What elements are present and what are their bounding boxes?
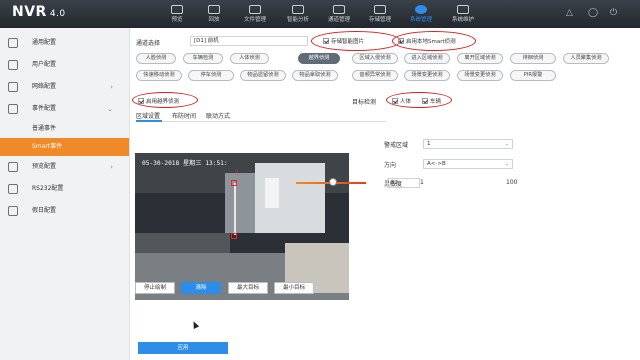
slider-handle[interactable]	[329, 178, 337, 186]
serial-icon	[8, 184, 18, 194]
chevron-down-icon: ⌄	[107, 105, 113, 113]
folder-icon	[249, 5, 261, 14]
tab-linkage[interactable]: 联动方式	[206, 111, 230, 120]
detection-line[interactable]	[234, 183, 236, 235]
network-icon	[8, 82, 18, 92]
direction-label: 方向	[384, 162, 397, 169]
tab-area-settings[interactable]: 区域设置	[136, 111, 160, 120]
checkbox-icon	[398, 38, 404, 44]
enable-local-smart-checkbox[interactable]: 启用本地Smart侦测	[398, 37, 456, 45]
top-bar: NVR 4.0 预览 回放 文件管理 智能分析 通道管理 存储管理 系统管理 系统…	[0, 0, 640, 28]
event-icon	[8, 104, 18, 114]
event-pill-selected[interactable]: 越界侦测	[298, 53, 340, 64]
tab-active-underline	[136, 120, 162, 122]
sensitivity-min: 1	[420, 179, 424, 186]
chevron-down-icon: ⌄	[504, 141, 509, 147]
nav-preview[interactable]: 预览	[160, 3, 194, 27]
preview-icon	[171, 5, 183, 14]
sensitivity-max: 100	[506, 179, 518, 186]
sidebar-sub-normal-event[interactable]: 普通事件	[0, 120, 129, 138]
playback-icon	[208, 5, 220, 14]
event-pill[interactable]: 物品拿取侦测	[292, 70, 338, 81]
main-panel: 通道选择 [D1] 前机 存储智能图片 启用本地Smart侦测 人脸侦测 车辆检…	[130, 28, 640, 360]
event-pill[interactable]: 区域入侵侦测	[352, 53, 398, 64]
nav-playback[interactable]: 回放	[197, 3, 231, 27]
channel-label: 通道选择	[136, 40, 161, 47]
sidebar-item-preview[interactable]: 预览配置 ›	[0, 156, 129, 178]
sidebar-sub-smart-event[interactable]: Smart事件	[0, 138, 129, 156]
calendar-icon	[8, 206, 18, 216]
event-pill[interactable]: 车辆检测	[183, 53, 223, 64]
event-pill[interactable]: 人脸侦测	[136, 53, 176, 64]
stop-drawing-button[interactable]: 停止绘制	[135, 282, 175, 294]
video-timestamp: 05-30-2018 星期三 13:51:	[142, 160, 228, 167]
tab-arming-time[interactable]: 布防时间	[172, 111, 196, 120]
direction-select[interactable]: A<->B ⌄	[423, 159, 513, 169]
gear-icon	[8, 38, 18, 48]
sensitivity-input[interactable]: 52	[387, 178, 420, 188]
mouse-cursor	[190, 320, 200, 329]
sidebar: 通用配置 用户配置 网络配置 › 事件配置 ⌄ 普通事件 Smart事件 预览配置 ›…	[0, 28, 130, 360]
event-pill[interactable]: 场景变更侦测	[404, 70, 450, 81]
alert-icon[interactable]: △	[566, 8, 573, 18]
sidebar-item-general[interactable]: 通用配置	[0, 32, 129, 54]
min-target-button[interactable]: 最小目标	[274, 282, 314, 294]
event-pill[interactable]: PIR报警	[510, 70, 556, 81]
storage-icon	[374, 5, 386, 14]
warning-zone-select[interactable]: 1 ⌄	[423, 139, 513, 149]
channel-icon	[333, 5, 345, 14]
event-pill[interactable]: 人员聚集侦测	[563, 53, 609, 64]
event-pill[interactable]: 进入区域侦测	[404, 53, 450, 64]
max-target-button[interactable]: 最大目标	[228, 282, 268, 294]
checkbox-icon	[138, 98, 144, 104]
app-logo: NVR 4.0	[12, 4, 66, 20]
warning-zone-label: 警戒区域	[384, 142, 409, 149]
event-pill[interactable]: 徘徊侦测	[510, 53, 556, 64]
power-icon[interactable]: ⏻	[610, 8, 617, 18]
wrench-icon	[457, 5, 469, 14]
gear-icon	[415, 5, 427, 14]
event-pill[interactable]: 物品遗留侦测	[240, 70, 286, 81]
enable-line-cross-checkbox[interactable]: 启用越界侦测	[138, 97, 179, 105]
channel-select[interactable]: [D1] 前机	[190, 36, 308, 46]
checkbox-icon	[392, 98, 398, 104]
nav-storage[interactable]: 存储管理	[363, 3, 397, 27]
chevron-right-icon: ›	[110, 163, 113, 171]
line-handle[interactable]	[231, 233, 237, 239]
line-label: 0	[235, 169, 239, 175]
save-smart-pic-checkbox[interactable]: 存储智能图片	[323, 37, 364, 45]
sidebar-item-event[interactable]: 事件配置 ⌄	[0, 98, 129, 120]
nav-file-manage[interactable]: 文件管理	[238, 3, 272, 27]
clear-button[interactable]: 清除	[181, 282, 221, 294]
target-human-checkbox[interactable]: 人体	[392, 97, 411, 105]
user-icon[interactable]: ◯	[588, 8, 598, 18]
target-detection-label: 目标检测	[352, 99, 377, 106]
video-preview[interactable]: 0 05-30-2018 星期三 13:51: 前机	[135, 153, 349, 300]
tab-divider	[136, 121, 386, 122]
event-pill[interactable]: 离开区域侦测	[457, 53, 503, 64]
event-pill[interactable]: 快速移动侦测	[136, 70, 182, 81]
sidebar-item-holiday[interactable]: 假日配置	[0, 200, 129, 222]
nav-channel[interactable]: 通道管理	[322, 3, 356, 27]
preview-icon	[8, 162, 18, 172]
chevron-down-icon: ⌄	[504, 161, 509, 167]
target-vehicle-checkbox[interactable]: 车辆	[422, 97, 441, 105]
checkbox-icon	[422, 98, 428, 104]
apply-button[interactable]: 应用	[138, 342, 228, 354]
chevron-right-icon: ›	[110, 83, 113, 91]
nav-system[interactable]: 系统管理	[404, 3, 438, 27]
event-pill[interactable]: 场景变更侦测	[457, 70, 503, 81]
event-pill[interactable]: 停车侦测	[188, 70, 234, 81]
line-handle[interactable]	[231, 180, 237, 186]
checkbox-icon	[323, 38, 329, 44]
sidebar-item-rs232[interactable]: RS232配置	[0, 178, 129, 200]
nav-maintenance[interactable]: 系统维护	[446, 3, 480, 27]
sidebar-item-user[interactable]: 用户配置	[0, 54, 129, 76]
analysis-icon	[292, 5, 304, 14]
nav-analysis[interactable]: 智能分析	[281, 3, 315, 27]
event-pill[interactable]: 人体侦测	[230, 53, 269, 64]
event-pill[interactable]: 音频异常侦测	[352, 70, 398, 81]
sidebar-item-network[interactable]: 网络配置 ›	[0, 76, 129, 98]
user-icon	[8, 60, 18, 70]
